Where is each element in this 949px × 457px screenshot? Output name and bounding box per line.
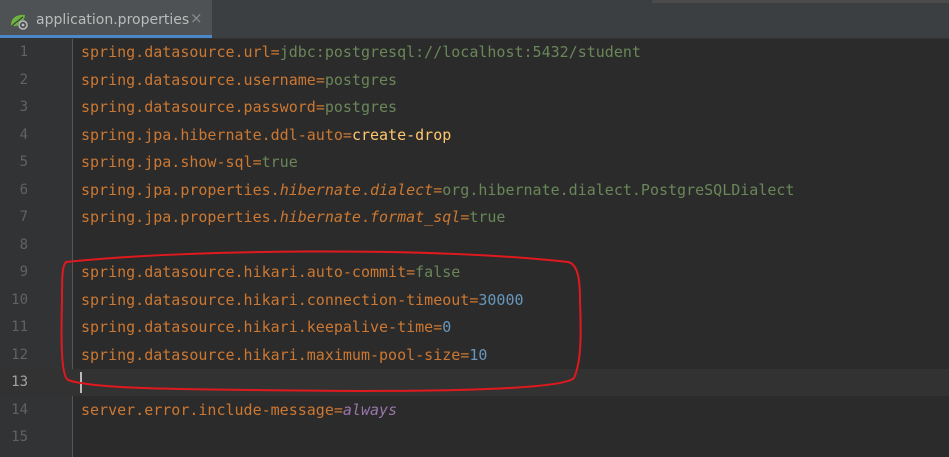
code-token: spring.jpa.properties.: [81, 180, 280, 199]
code-text: spring.datasource.username=postgres: [81, 67, 397, 94]
line-number: 3: [19, 99, 28, 115]
file-tab-label: application.properties: [36, 12, 190, 28]
code-token: spring.datasource.url: [81, 43, 271, 61]
code-token: spring.datasource.hikari.auto-commit: [81, 263, 407, 281]
code-token: hibernate: [279, 180, 361, 199]
line-number: 15: [11, 429, 28, 445]
code-token: true: [469, 208, 506, 226]
close-tab-icon[interactable]: ×: [190, 9, 203, 27]
code-token: always: [342, 400, 398, 419]
code-token: =: [460, 208, 470, 226]
code-text: spring.datasource.url=jdbc:postgresql://…: [81, 39, 641, 66]
code-token: 10: [469, 345, 488, 364]
code-line[interactable]: 14 server.error.include-message=always: [0, 397, 949, 424]
line-number: 11: [11, 319, 28, 335]
code-line[interactable]: 3 spring.datasource.password=postgres: [0, 94, 949, 121]
code-text: spring.jpa.hibernate.ddl-auto=create-dro…: [81, 122, 451, 149]
tab-bar-edge: [652, 0, 949, 3]
code-token: postgres: [324, 70, 398, 89]
line-number: 6: [19, 181, 28, 198]
line-number: 12: [11, 346, 28, 363]
code-line[interactable]: 2 spring.datasource.username=postgres: [0, 67, 949, 94]
code-line[interactable]: 10 spring.datasource.hikari.connection-ti…: [0, 287, 949, 314]
code-token: spring.jpa.show-sql: [81, 153, 253, 171]
code-token: =: [315, 98, 325, 116]
code-line[interactable]: 1 spring.datasource.url=jdbc:postgresql:/…: [0, 39, 949, 66]
code-line[interactable]: 15: [0, 424, 949, 451]
code-line[interactable]: 8: [0, 232, 949, 259]
code-token: dialect: [370, 180, 434, 199]
line-number: 13: [11, 374, 28, 390]
editor-tab-bar: application.properties ×: [0, 0, 949, 39]
code-token: spring.jpa.hibernate.ddl-auto: [81, 125, 343, 144]
code-token: =: [433, 180, 443, 199]
code-text: spring.datasource.hikari.maximum-pool-si…: [81, 342, 487, 369]
code-token: spring.datasource.password: [81, 98, 316, 116]
code-text: spring.datasource.hikari.keepalive-time=…: [81, 314, 451, 341]
line-number: 14: [11, 401, 28, 418]
code-token: =: [433, 318, 443, 336]
line-number: 5: [19, 154, 28, 170]
code-line[interactable]: 7 spring.jpa.properties.hibernate.format_…: [0, 204, 949, 231]
code-line[interactable]: 5 spring.jpa.show-sql=true: [0, 149, 949, 176]
code-text: spring.datasource.password=postgres: [81, 94, 397, 121]
code-token: spring.datasource.username: [81, 70, 316, 89]
code-line[interactable]: 12 spring.datasource.hikari.maximum-pool-…: [0, 342, 949, 369]
code-token: =: [270, 43, 280, 61]
code-token: =: [469, 290, 479, 309]
code-line[interactable]: 9 spring.datasource.hikari.auto-commit=fa…: [0, 259, 949, 286]
line-number: 1: [19, 44, 28, 60]
code-line[interactable]: 13: [0, 369, 949, 396]
code-token: spring.datasource.hikari.keepalive-time: [81, 318, 434, 336]
code-token: hibernate: [279, 208, 361, 226]
code-token: =: [406, 263, 416, 281]
code-token: jdbc:postgresql://localhost:5432/student: [279, 43, 641, 61]
code-text: spring.jpa.properties.hibernate.format_s…: [81, 204, 505, 231]
line-number: 7: [19, 209, 28, 225]
code-token: org.hibernate.dialect.PostgreSQLDialect: [442, 180, 795, 199]
code-token: .: [360, 180, 370, 199]
code-token: false: [415, 263, 461, 281]
line-number: 4: [19, 126, 28, 143]
code-line[interactable]: 4 spring.jpa.hibernate.ddl-auto=create-dr…: [0, 122, 949, 149]
code-token: 0: [442, 318, 452, 336]
code-token: server.error.include-message: [81, 400, 334, 419]
code-text: spring.datasource.hikari.connection-time…: [81, 287, 524, 314]
code-token: 30000: [478, 290, 524, 309]
code-text: spring.datasource.hikari.auto-commit=fal…: [81, 259, 460, 286]
code-token: spring.jpa.properties.: [81, 208, 280, 226]
line-number: 8: [19, 236, 28, 253]
code-token: =: [252, 153, 262, 171]
line-number: 9: [19, 264, 28, 280]
code-token: postgres: [324, 98, 398, 116]
line-number: 2: [19, 71, 28, 88]
code-text: server.error.include-message=always: [81, 397, 397, 424]
code-token: format_sql: [370, 208, 461, 226]
code-token: =: [342, 125, 352, 144]
code-text: spring.jpa.show-sql=true: [81, 149, 298, 176]
code-text: spring.jpa.properties.hibernate.dialect=…: [81, 177, 794, 204]
code-editor[interactable]: 1 spring.datasource.url=jdbc:postgresql:/…: [0, 39, 949, 457]
code-token: true: [261, 153, 298, 171]
code-token: spring.datasource.hikari.connection-time…: [81, 290, 470, 309]
spring-leaf-icon: [11, 14, 28, 30]
code-token: =: [460, 345, 470, 364]
code-token: =: [333, 400, 343, 419]
code-token: .: [360, 208, 370, 226]
text-caret: [80, 372, 82, 393]
code-token: spring.datasource.hikari.maximum-pool-si…: [81, 345, 461, 364]
code-token: =: [315, 70, 325, 89]
line-number: 10: [11, 291, 28, 308]
file-tab[interactable]: application.properties ×: [0, 0, 212, 38]
code-line[interactable]: 11 spring.datasource.hikari.keepalive-tim…: [0, 314, 949, 341]
code-line[interactable]: 6 spring.jpa.properties.hibernate.dialect…: [0, 177, 949, 204]
code-token: create-drop: [351, 125, 452, 144]
